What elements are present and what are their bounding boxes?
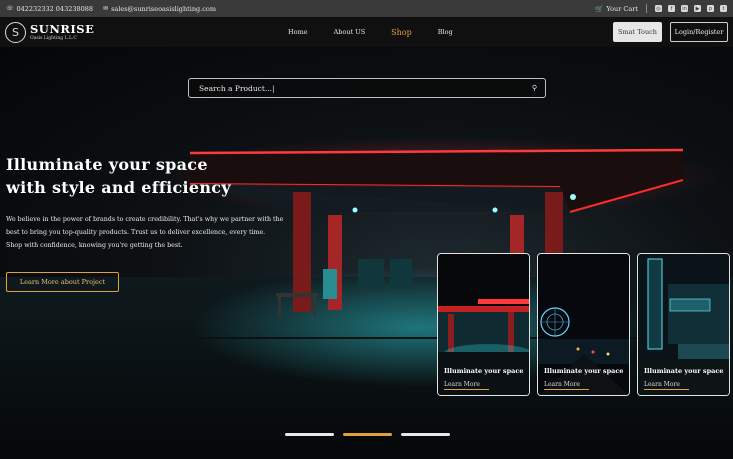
sunrise-logo-icon: S [5, 21, 26, 43]
login-register-button[interactable]: Login/Register [670, 22, 728, 42]
cart-link[interactable]: 🛒 Your Cart [595, 5, 638, 13]
instagram-icon[interactable]: ◎ [655, 5, 662, 12]
card-learn-more-link[interactable]: Learn More [544, 381, 589, 390]
nav-item-about[interactable]: About US [334, 28, 366, 36]
nav-item-shop[interactable]: Shop [391, 28, 412, 37]
hero-description-line-1: We believe in the power of brands to cre… [6, 216, 284, 223]
linkedin-icon[interactable]: in [681, 5, 688, 12]
search-input[interactable]: Search a Product...| [199, 84, 275, 93]
feature-card-ferris-wheel[interactable]: Illuminate your space Learn More [537, 253, 630, 396]
twitter-icon[interactable]: t [720, 5, 727, 12]
learn-more-project-button[interactable]: Learn More about Project [6, 272, 119, 292]
card-title: Illuminate your space [644, 367, 724, 375]
featured-cards: Illuminate your space Learn More Illumin… [437, 253, 730, 396]
hero-description-line-2: best to bring you top-quality products. … [6, 229, 266, 236]
hero-headline: Illuminate your space with style and eff… [6, 153, 231, 199]
slider-dot-1[interactable] [285, 433, 334, 436]
product-search-bar[interactable]: Search a Product...| ⚲ [188, 78, 546, 98]
hero-description-line-3: Shop with confidence, knowing you're get… [6, 242, 183, 249]
brand-logo[interactable]: S SUNRISE Oasis Lighting L.L.C [5, 21, 95, 43]
card-title: Illuminate your space [444, 367, 524, 375]
cart-label: Your Cart [606, 4, 638, 13]
email-address: sales@sunriseoasislighting.com [111, 4, 216, 13]
hero-section: Search a Product...| ⚲ Illuminate your s… [0, 47, 733, 459]
cart-icon: 🛒 [595, 4, 604, 13]
mail-icon: ✉ [103, 5, 109, 12]
feature-card-station[interactable]: Illuminate your space Learn More [437, 253, 530, 396]
phone-contact[interactable]: ☏ 042232332 043238088 [6, 5, 93, 13]
slider-dot-3[interactable] [401, 433, 450, 436]
feature-card-neon-sign[interactable]: Illuminate your space Learn More [637, 253, 730, 396]
phone-number: 042232332 043238088 [16, 4, 94, 13]
card-title: Illuminate your space [544, 367, 624, 375]
phone-icon: ☏ [6, 5, 14, 12]
nav-item-home[interactable]: Home [288, 28, 308, 36]
nav-item-blog[interactable]: Blog [438, 28, 453, 36]
card-learn-more-link[interactable]: Learn More [444, 381, 489, 390]
facebook-icon[interactable]: f [668, 5, 675, 12]
main-navigation: S SUNRISE Oasis Lighting L.L.C Home Abou… [0, 17, 733, 47]
slider-dot-2[interactable] [343, 433, 392, 436]
slider-pagination [285, 433, 450, 436]
divider [646, 4, 647, 13]
brand-name: SUNRISE [30, 21, 95, 36]
top-info-bar: ☏ 042232332 043238088 ✉ sales@sunriseoas… [0, 0, 733, 17]
hero-headline-line-2: with style and efficiency [6, 178, 231, 197]
brand-subtitle: Oasis Lighting L.L.C [30, 35, 77, 41]
nav-menu: Home About US Shop Blog [288, 17, 479, 47]
hero-headline-line-1: Illuminate your space [6, 155, 208, 174]
pinterest-icon[interactable]: p [707, 5, 714, 12]
search-icon[interactable]: ⚲ [532, 84, 537, 92]
youtube-icon[interactable]: ▶ [694, 5, 701, 12]
card-learn-more-link[interactable]: Learn More [644, 381, 689, 390]
smart-touch-button[interactable]: Smat Touch [613, 22, 662, 42]
email-contact[interactable]: ✉ sales@sunriseoasislighting.com [103, 5, 216, 13]
hero-description: We believe in the power of brands to cre… [6, 213, 311, 252]
